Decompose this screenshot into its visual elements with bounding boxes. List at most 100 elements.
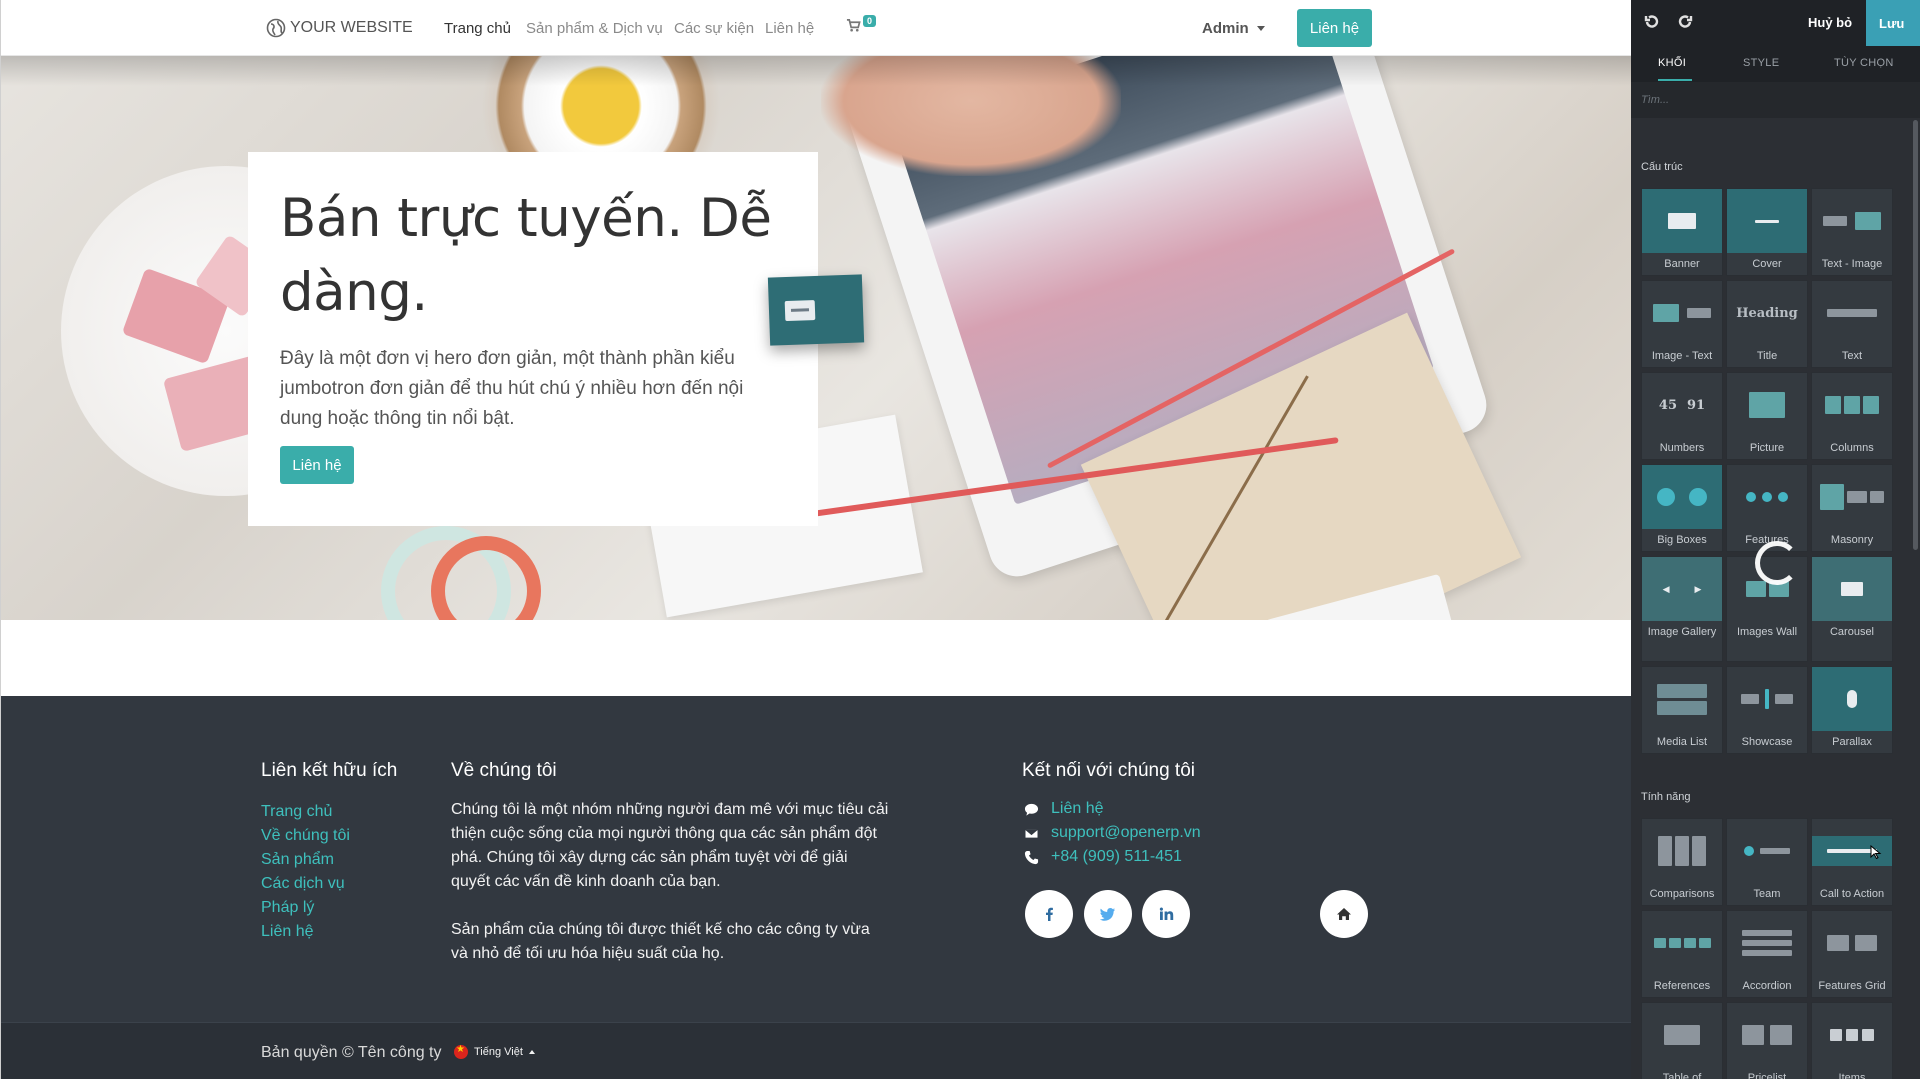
cancel-button[interactable]: Huỷ bỏ xyxy=(1808,15,1852,30)
loading-spinner-icon xyxy=(1755,541,1799,585)
editor-tabs: KHỐI STYLE TÙY CHỌN xyxy=(1631,46,1920,82)
language-selector[interactable]: Tiếng Việt xyxy=(454,1044,535,1059)
active-tab-indicator xyxy=(1658,79,1692,81)
snippet-accordion[interactable]: Accordion xyxy=(1726,910,1808,998)
thumb-heading-text: Heading xyxy=(1736,305,1798,321)
facebook-icon[interactable] xyxy=(1025,890,1073,938)
snippet-numbers[interactable]: 45 91 Numbers xyxy=(1641,372,1723,460)
dragged-snippet[interactable] xyxy=(767,274,865,346)
snippet-carousel[interactable]: Carousel xyxy=(1811,556,1893,662)
section-features-label: Tính năng xyxy=(1641,791,1691,803)
snippet-features-grid[interactable]: Features Grid xyxy=(1811,910,1893,998)
nav-link-events[interactable]: Các sự kiện xyxy=(674,20,754,37)
panel-scrollbar[interactable] xyxy=(1913,120,1918,550)
nav-link-contact[interactable]: Liên hệ xyxy=(765,20,814,37)
footer-connect-heading: Kết nối với chúng tôi xyxy=(1022,760,1196,781)
footer-link-legal[interactable]: Pháp lý xyxy=(261,896,350,920)
snippet-showcase[interactable]: Showcase xyxy=(1726,666,1808,754)
footer-links-heading: Liên kết hữu ích xyxy=(261,760,398,781)
nav-contact-button[interactable]: Liên hệ xyxy=(1297,9,1372,47)
thumb-number: 45 xyxy=(1658,397,1677,413)
thumb-number: 91 xyxy=(1687,397,1706,413)
site-footer: Liên kết hữu ích Trang chủ Về chúng tôi … xyxy=(1,696,1631,1022)
snippet-columns[interactable]: Columns xyxy=(1811,372,1893,460)
snippet-call-to-action[interactable]: Call to Action xyxy=(1811,818,1893,906)
cart-icon[interactable] xyxy=(846,18,861,38)
footer-link-contact[interactable]: Liên hệ xyxy=(261,920,350,944)
snippet-parallax[interactable]: Parallax xyxy=(1811,666,1893,754)
editor-toolbar: Huỷ bỏ Lưu xyxy=(1631,0,1920,46)
nav-link-home[interactable]: Trang chủ xyxy=(444,20,511,37)
snippet-search-input[interactable]: Tìm... xyxy=(1631,82,1920,118)
hero-title[interactable]: Bán trực tuyến. Dễ dàng. xyxy=(280,182,786,330)
editor-panel: Huỷ bỏ Lưu KHỐI STYLE TÙY CHỌN Tìm... Cấ… xyxy=(1631,0,1920,1079)
snippet-picture[interactable]: Picture xyxy=(1726,372,1808,460)
website-preview: YOUR WEBSITE Trang chủ Sản phẩm & Dịch v… xyxy=(0,0,1631,1079)
about-paragraph: Sản phẩm của chúng tôi được thiết kế cho… xyxy=(451,921,870,962)
cart-count-badge: 0 xyxy=(863,15,877,27)
footer-phone-item[interactable]: +84 (909) 511-451 xyxy=(1023,848,1182,866)
hero-card[interactable]: Bán trực tuyến. Dễ dàng. Đây là một đơn … xyxy=(248,152,818,526)
snippet-text[interactable]: Text xyxy=(1811,280,1893,368)
redo-icon[interactable] xyxy=(1676,13,1694,31)
footer-contact-link[interactable]: Liên hệ xyxy=(1051,800,1104,818)
linkedin-icon[interactable] xyxy=(1142,890,1190,938)
user-menu[interactable]: Admin xyxy=(1202,20,1265,37)
snippet-items[interactable]: Items xyxy=(1811,1002,1893,1079)
chevron-up-icon xyxy=(528,1050,535,1054)
home-icon[interactable] xyxy=(1320,890,1368,938)
envelope-icon xyxy=(1023,825,1039,841)
snippet-image-gallery[interactable]: ◀ ▶ Image Gallery xyxy=(1641,556,1723,662)
nav-link-products[interactable]: Sản phẩm & Dịch vụ xyxy=(526,20,663,37)
snippet-banner[interactable]: Banner xyxy=(1641,188,1723,276)
tab-options[interactable]: TÙY CHỌN xyxy=(1834,57,1894,69)
about-paragraph: Chúng tôi là một nhóm những người đam mê… xyxy=(451,801,889,890)
vietnam-flag-icon xyxy=(454,1044,468,1059)
snippet-title[interactable]: Heading Title xyxy=(1726,280,1808,368)
empty-section xyxy=(1,620,1631,696)
tab-blocks[interactable]: KHỐI xyxy=(1658,57,1686,69)
snippet-cover[interactable]: Cover xyxy=(1726,188,1808,276)
footer-contact-item[interactable]: Liên hệ xyxy=(1023,800,1104,818)
globe-icon xyxy=(266,18,286,38)
snippet-features[interactable]: Features xyxy=(1726,464,1808,552)
comment-icon xyxy=(1023,801,1039,817)
footer-about-heading: Về chúng tôi xyxy=(451,760,557,781)
undo-icon[interactable] xyxy=(1643,13,1661,31)
site-brand[interactable]: YOUR WEBSITE xyxy=(266,17,413,39)
footer-email-link[interactable]: support@openerp.vn xyxy=(1051,824,1201,842)
footer-phone-link[interactable]: +84 (909) 511-451 xyxy=(1051,848,1182,866)
footer-link-services[interactable]: Các dịch vụ xyxy=(261,872,350,896)
save-button[interactable]: Lưu xyxy=(1866,0,1920,46)
footer-links-list: Trang chủ Về chúng tôi Sản phẩm Các dịch… xyxy=(261,800,350,944)
brand-text: YOUR WEBSITE xyxy=(290,19,413,36)
snippet-team[interactable]: Team xyxy=(1726,818,1808,906)
phone-icon xyxy=(1023,849,1039,865)
footer-link-about[interactable]: Về chúng tôi xyxy=(261,824,350,848)
snippet-references[interactable]: References xyxy=(1641,910,1723,998)
section-structure-label: Cấu trúc xyxy=(1641,161,1683,173)
hero-text[interactable]: Đây là một đơn vị hero đơn giản, một thà… xyxy=(280,344,786,434)
language-label: Tiếng Việt xyxy=(474,1046,523,1058)
site-navbar: YOUR WEBSITE Trang chủ Sản phẩm & Dịch v… xyxy=(1,0,1631,56)
footer-about-text: Chúng tôi là một nhóm những người đam mê… xyxy=(451,798,891,966)
snippet-text-image[interactable]: Text - Image xyxy=(1811,188,1893,276)
mouse-cursor-icon xyxy=(1870,845,1882,859)
footer-link-home[interactable]: Trang chủ xyxy=(261,800,350,824)
user-name: Admin xyxy=(1202,20,1249,37)
tab-style[interactable]: STYLE xyxy=(1743,57,1779,69)
footer-email-item[interactable]: support@openerp.vn xyxy=(1023,824,1201,842)
chevron-down-icon xyxy=(1256,26,1265,31)
twitter-icon[interactable] xyxy=(1084,890,1132,938)
hero-contact-button[interactable]: Liên hệ xyxy=(280,446,354,484)
footer-link-products[interactable]: Sản phẩm xyxy=(261,848,350,872)
snippet-masonry[interactable]: Masonry xyxy=(1811,464,1893,552)
copyright-text: Bản quyền © Tên công ty xyxy=(261,1044,442,1061)
snippet-table-of-content[interactable]: Table of xyxy=(1641,1002,1723,1079)
snippet-pricelist[interactable]: Pricelist xyxy=(1726,1002,1808,1079)
snippet-media-list[interactable]: Media List xyxy=(1641,666,1723,754)
snippet-image-text[interactable]: Image - Text xyxy=(1641,280,1723,368)
snippet-big-boxes[interactable]: Big Boxes xyxy=(1641,464,1723,552)
snippet-comparisons[interactable]: Comparisons xyxy=(1641,818,1723,906)
copyright-bar: Bản quyền © Tên công ty Tiếng Việt xyxy=(1,1022,1631,1079)
